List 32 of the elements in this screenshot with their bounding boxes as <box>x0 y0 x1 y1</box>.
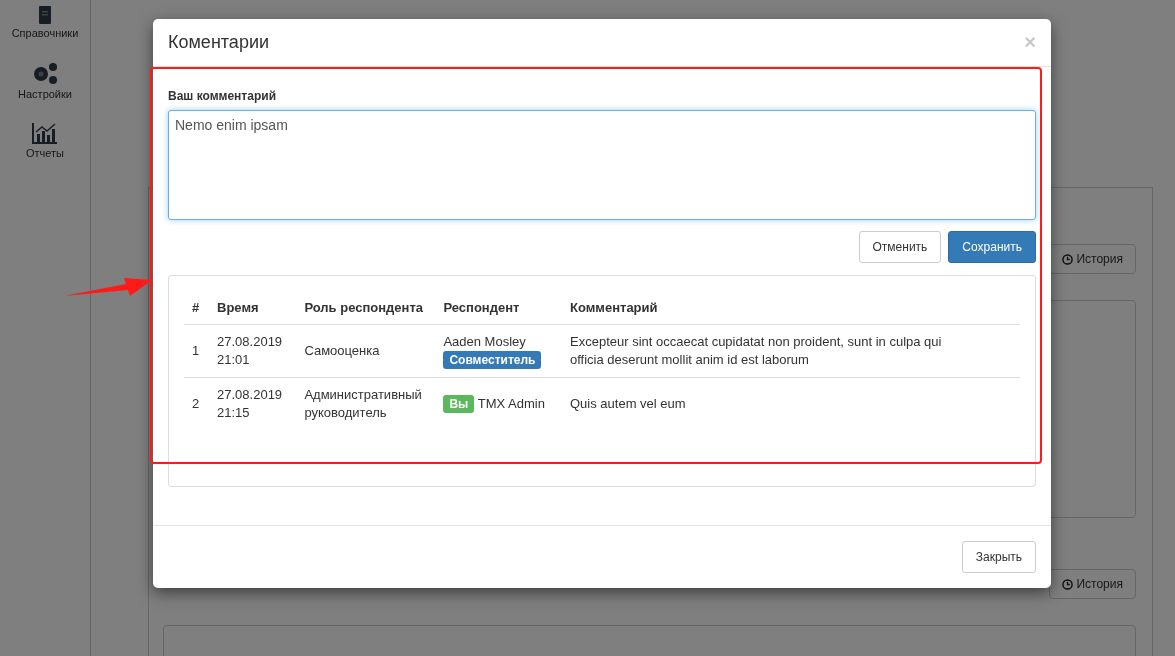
clock-icon <box>1062 578 1074 590</box>
table-cell: 27.08.2019 21:01 <box>209 324 297 378</box>
column-header: Время <box>209 291 297 325</box>
sidebar-item[interactable]: Справочники <box>11 27 79 39</box>
table-cell: 1 <box>184 324 210 378</box>
close-button[interactable]: Закрыть <box>961 541 1036 573</box>
sidebar-item[interactable]: Отчеты <box>26 147 64 159</box>
dialog-title: Коментарии <box>168 32 269 53</box>
history-button[interactable]: История <box>1049 244 1136 274</box>
column-header: Комментарий <box>562 291 1020 325</box>
cancel-button[interactable]: Отменить <box>858 231 942 263</box>
field-label: Ваш комментарий <box>168 89 277 103</box>
table-cell: 2 <box>184 377 210 430</box>
bar-chart-icon <box>32 122 58 144</box>
column-header: Респондент <box>435 291 562 325</box>
table-cell: Quis autem vel eum <box>562 377 1020 430</box>
comment-field[interactable]: Nemo enim ipsam <box>168 110 1036 220</box>
table-cell: Самооценка <box>296 324 436 378</box>
sidebar-item[interactable]: Настройки <box>18 88 72 100</box>
tag: Совместитель <box>443 351 542 369</box>
respondent-name: Aaden Mosley <box>443 333 527 351</box>
column-header: Роль респондента <box>296 291 436 325</box>
book-icon <box>38 6 52 24</box>
save-button[interactable]: Сохранить <box>948 231 1036 263</box>
table-cell: Excepteur sint occaecat cupidatat non proident, sunt in culpa qui officia deserunt mollit anim id est laborum <box>562 324 1020 378</box>
tag: Вы <box>443 395 475 413</box>
history-button[interactable]: История <box>1049 569 1136 599</box>
respondent-name: TMX Admin <box>477 396 545 411</box>
table-cell: Административный руководитель <box>296 377 436 430</box>
column-header: # <box>184 291 210 325</box>
clock-icon <box>1062 253 1074 265</box>
table-cell: 27.08.2019 21:15 <box>209 377 297 430</box>
